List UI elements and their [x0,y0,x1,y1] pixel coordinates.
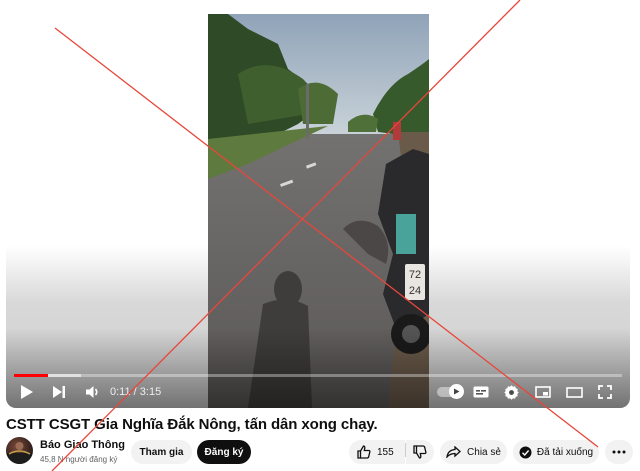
next-icon [52,385,66,399]
settings-button[interactable] [500,380,522,404]
join-button[interactable]: Tham gia [131,440,192,464]
dislike-button[interactable] [406,440,434,464]
theater-button[interactable] [562,380,586,404]
volume-icon [85,385,101,399]
gear-icon [503,384,519,400]
fullscreen-icon [598,385,612,399]
progress-played [14,374,49,377]
time-current: 0:11 [110,386,131,398]
more-horizontal-icon [612,450,626,454]
download-button[interactable]: Đã tải xuống [513,440,599,464]
channel-avatar[interactable] [6,437,33,464]
miniplayer-icon [535,386,551,398]
volume-button[interactable] [82,380,104,404]
license-plate-line-1: 72 [409,269,421,281]
subscriber-count: 45,8 N người đăng ký [40,455,118,464]
play-button[interactable] [14,380,40,404]
like-count: 155 [377,446,394,458]
share-icon [446,446,462,458]
license-plate-line-2: 24 [409,285,421,297]
downloaded-check-icon [519,446,532,459]
subscribe-label: Đăng ký [204,446,244,458]
thumbs-down-icon [413,445,427,459]
time-total: 3:15 [139,386,162,398]
thumbs-up-icon [357,445,371,459]
subtitles-button[interactable] [470,380,492,404]
channel-logo-icon [6,442,33,464]
time-display: 0:11 / 3:15 [110,386,161,398]
join-label: Tham gia [139,446,184,458]
download-label: Đã tải xuống [536,446,594,458]
theater-icon [565,386,583,398]
miniplayer-button[interactable] [532,380,554,404]
channel-name[interactable]: Báo Giao Thông [40,439,125,451]
share-label: Chia sẻ [467,446,501,458]
share-button[interactable]: Chia sẻ [440,440,507,464]
autoplay-play-icon [454,388,460,395]
autoplay-knob[interactable] [449,384,464,399]
fullscreen-button[interactable] [594,380,616,404]
subtitles-icon [473,386,489,398]
progress-bar[interactable] [14,374,622,377]
video-title: CSTT CSGT Gia Nghĩa Đắk Nông, tấn dân xo… [6,416,378,433]
subscribe-button[interactable]: Đăng ký [197,440,251,464]
play-icon [20,384,34,400]
more-actions-button[interactable] [605,440,633,464]
video-player[interactable]: 72 24 0:11 / 3:15 [6,6,630,408]
next-button[interactable] [48,380,70,404]
like-button[interactable]: 155 [349,440,405,464]
